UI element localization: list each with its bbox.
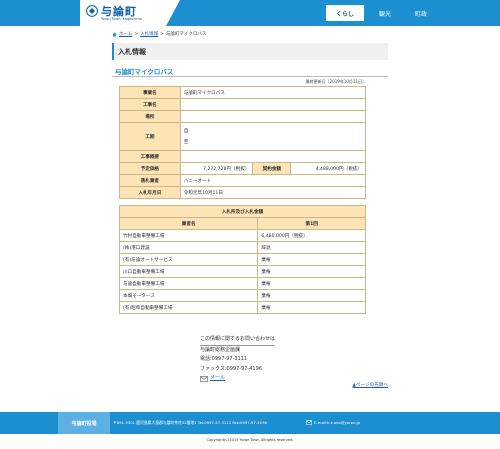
table-row: 入札年月日 令和元年10月11日 [119,186,367,199]
breadcrumb-separator: > [160,31,164,37]
page-top-link[interactable]: ▲ページの先頭へ [336,382,388,388]
section-divider [112,76,388,77]
rakusatsu-label: 落札業者 [119,174,181,187]
bidder-amount: 棄権 [257,277,366,290]
rakusatsu-value: ハニーオート [179,174,367,187]
copyright: Copyright(C)2015 Yoron Town Allrights re… [206,438,294,442]
breadcrumb-home[interactable]: ホーム [119,31,132,37]
contact-fax: ファックス:0997-97-4196 [200,365,262,372]
table-row: 事業名 与論町マイクロバス [119,86,367,99]
town-emblem-icon [86,5,98,17]
table-row: 与論自動車整備工場 棄権 [118,277,366,290]
col-header-name: 業者名 [118,217,259,230]
bid-info-table: 事業名 与論町マイクロバス 工事名 場所 工期 自 至 工事概要 予定価格 7,… [119,86,367,199]
section-title: 与論町マイクロバス [115,68,174,76]
footer-email: E-mail:k.k.aka@yoron.jp [306,420,360,425]
nav-chosei[interactable]: 町政 [406,5,436,21]
bidder-amount: 辞退 [257,241,366,254]
table-row: 業者名 第1回 [118,217,366,230]
table-row: 竹村自動車整備工場 6,480,000円（税抜） [118,229,366,242]
breadcrumb-current: 与論町マイクロバス [165,32,207,37]
mail-icon [306,420,312,425]
gaiyo-value [179,150,367,163]
nav-kurashi[interactable]: くらし [326,5,364,21]
table-row: 川口自動車整備工場 棄権 [118,265,366,278]
last-updated: 最終更新日［2019年10月11日］ [305,79,366,84]
jigyo-label: 事業名 [119,86,181,99]
footer-office-name: 与論町役場 [58,412,110,434]
bidders-title: 入札所及び入札金額 [119,205,366,218]
table-row: (株)港口建設 辞退 [118,241,366,254]
date-label: 入札年月日 [119,186,181,199]
koji-value [179,98,367,111]
contact-heading: この情報に関するお問い合わせは [200,335,276,346]
bidder-name: (有)昭和自動車整備工場 [118,301,259,314]
col-header-round1: 第1回 [257,217,366,230]
contact-dept: 与論町総務企画課 [200,346,241,353]
jigyo-value: 与論町マイクロバス [179,86,367,99]
footer-email-text[interactable]: E-mail:k.k.aka@yoron.jp [314,420,360,425]
mail-icon [200,375,208,382]
contact-mail-row: メール [200,374,275,384]
bidder-name: 本畑モータース [118,289,259,302]
table-row: (有)昭和自動車整備工場 棄権 [118,301,366,314]
table-row: 予定価格 7,272,728円（税抜） 契約金額 4,488,000円（税抜） [119,162,366,175]
koki-to: 至 [183,139,189,145]
gaiyo-label: 工事概要 [119,150,181,163]
bidder-amount: 棄権 [257,289,366,302]
site-header: 与論町 Yoron Town, Kagoshima くらし 観光 町政 [0,0,500,26]
date-value: 令和元年10月11日 [179,186,367,199]
table-row: 工期 自 至 [119,122,367,151]
bidder-name: (株)港口建設 [118,241,259,254]
koki-value: 自 至 [179,122,367,151]
bidder-name: 竹村自動車整備工場 [118,229,259,242]
koki-label: 工期 [119,122,181,151]
bidder-amount: 棄権 [257,253,366,266]
contact-info: この情報に関するお問い合わせは 与論町総務企画課 電話:0997-97-3111… [200,335,276,384]
bidder-name: (有)与論オートサービス [118,253,259,266]
home-icon [112,32,117,36]
table-row: 場所 [119,110,367,123]
table-row: 本畑モータース 棄権 [118,289,366,302]
contact-tel: 電話:0997-97-3111 [200,356,248,362]
bidder-amount: 棄権 [257,301,366,314]
bidders-table: 入札所及び入札金額 業者名 第1回 竹村自動車整備工場 6,480,000円（税… [118,205,366,314]
koki-from: 自 [183,128,189,134]
bidder-name: 与論自動車整備工場 [118,277,259,290]
page-title: 入札情報 [112,43,388,60]
breadcrumb-separator: > [134,31,139,37]
table-row: (有)与論オートサービス 棄権 [118,253,366,266]
bidder-amount: 6,480,000円（税抜） [257,229,366,242]
bidder-amount: 棄権 [257,265,366,278]
site-logo[interactable]: 与論町 Yoron Town, Kagoshima [80,0,180,26]
table-row: 落札業者 ハニーオート [119,174,367,187]
yotei-label: 予定価格 [119,162,181,175]
yotei-value: 7,272,728円（税抜） [179,162,254,175]
breadcrumb: ホーム > 入札情報 > 与論町マイクロバス [112,31,206,37]
basho-value [179,110,367,123]
koji-label: 工事名 [119,98,181,111]
table-row: 工事名 [119,98,367,111]
table-row: 入札所及び入札金額 [119,205,366,218]
breadcrumb-bid-info[interactable]: 入札情報 [140,31,158,37]
footer-address: 〒891-9301 鹿児島県大島郡与論町茶花32番地1 Tel:0997-97-… [113,420,267,425]
keiyaku-label: 契約金額 [252,162,292,175]
bidder-name: 川口自動車整備工場 [118,265,259,278]
nav-kanko[interactable]: 観光 [370,5,400,21]
mail-link[interactable]: メール [210,374,225,384]
table-row: 工事概要 [119,150,367,163]
basho-label: 場所 [119,110,181,123]
keiyaku-value: 4,488,000円（税抜） [290,162,366,175]
logo-subtitle: Yoron Town, Kagoshima [101,17,142,21]
